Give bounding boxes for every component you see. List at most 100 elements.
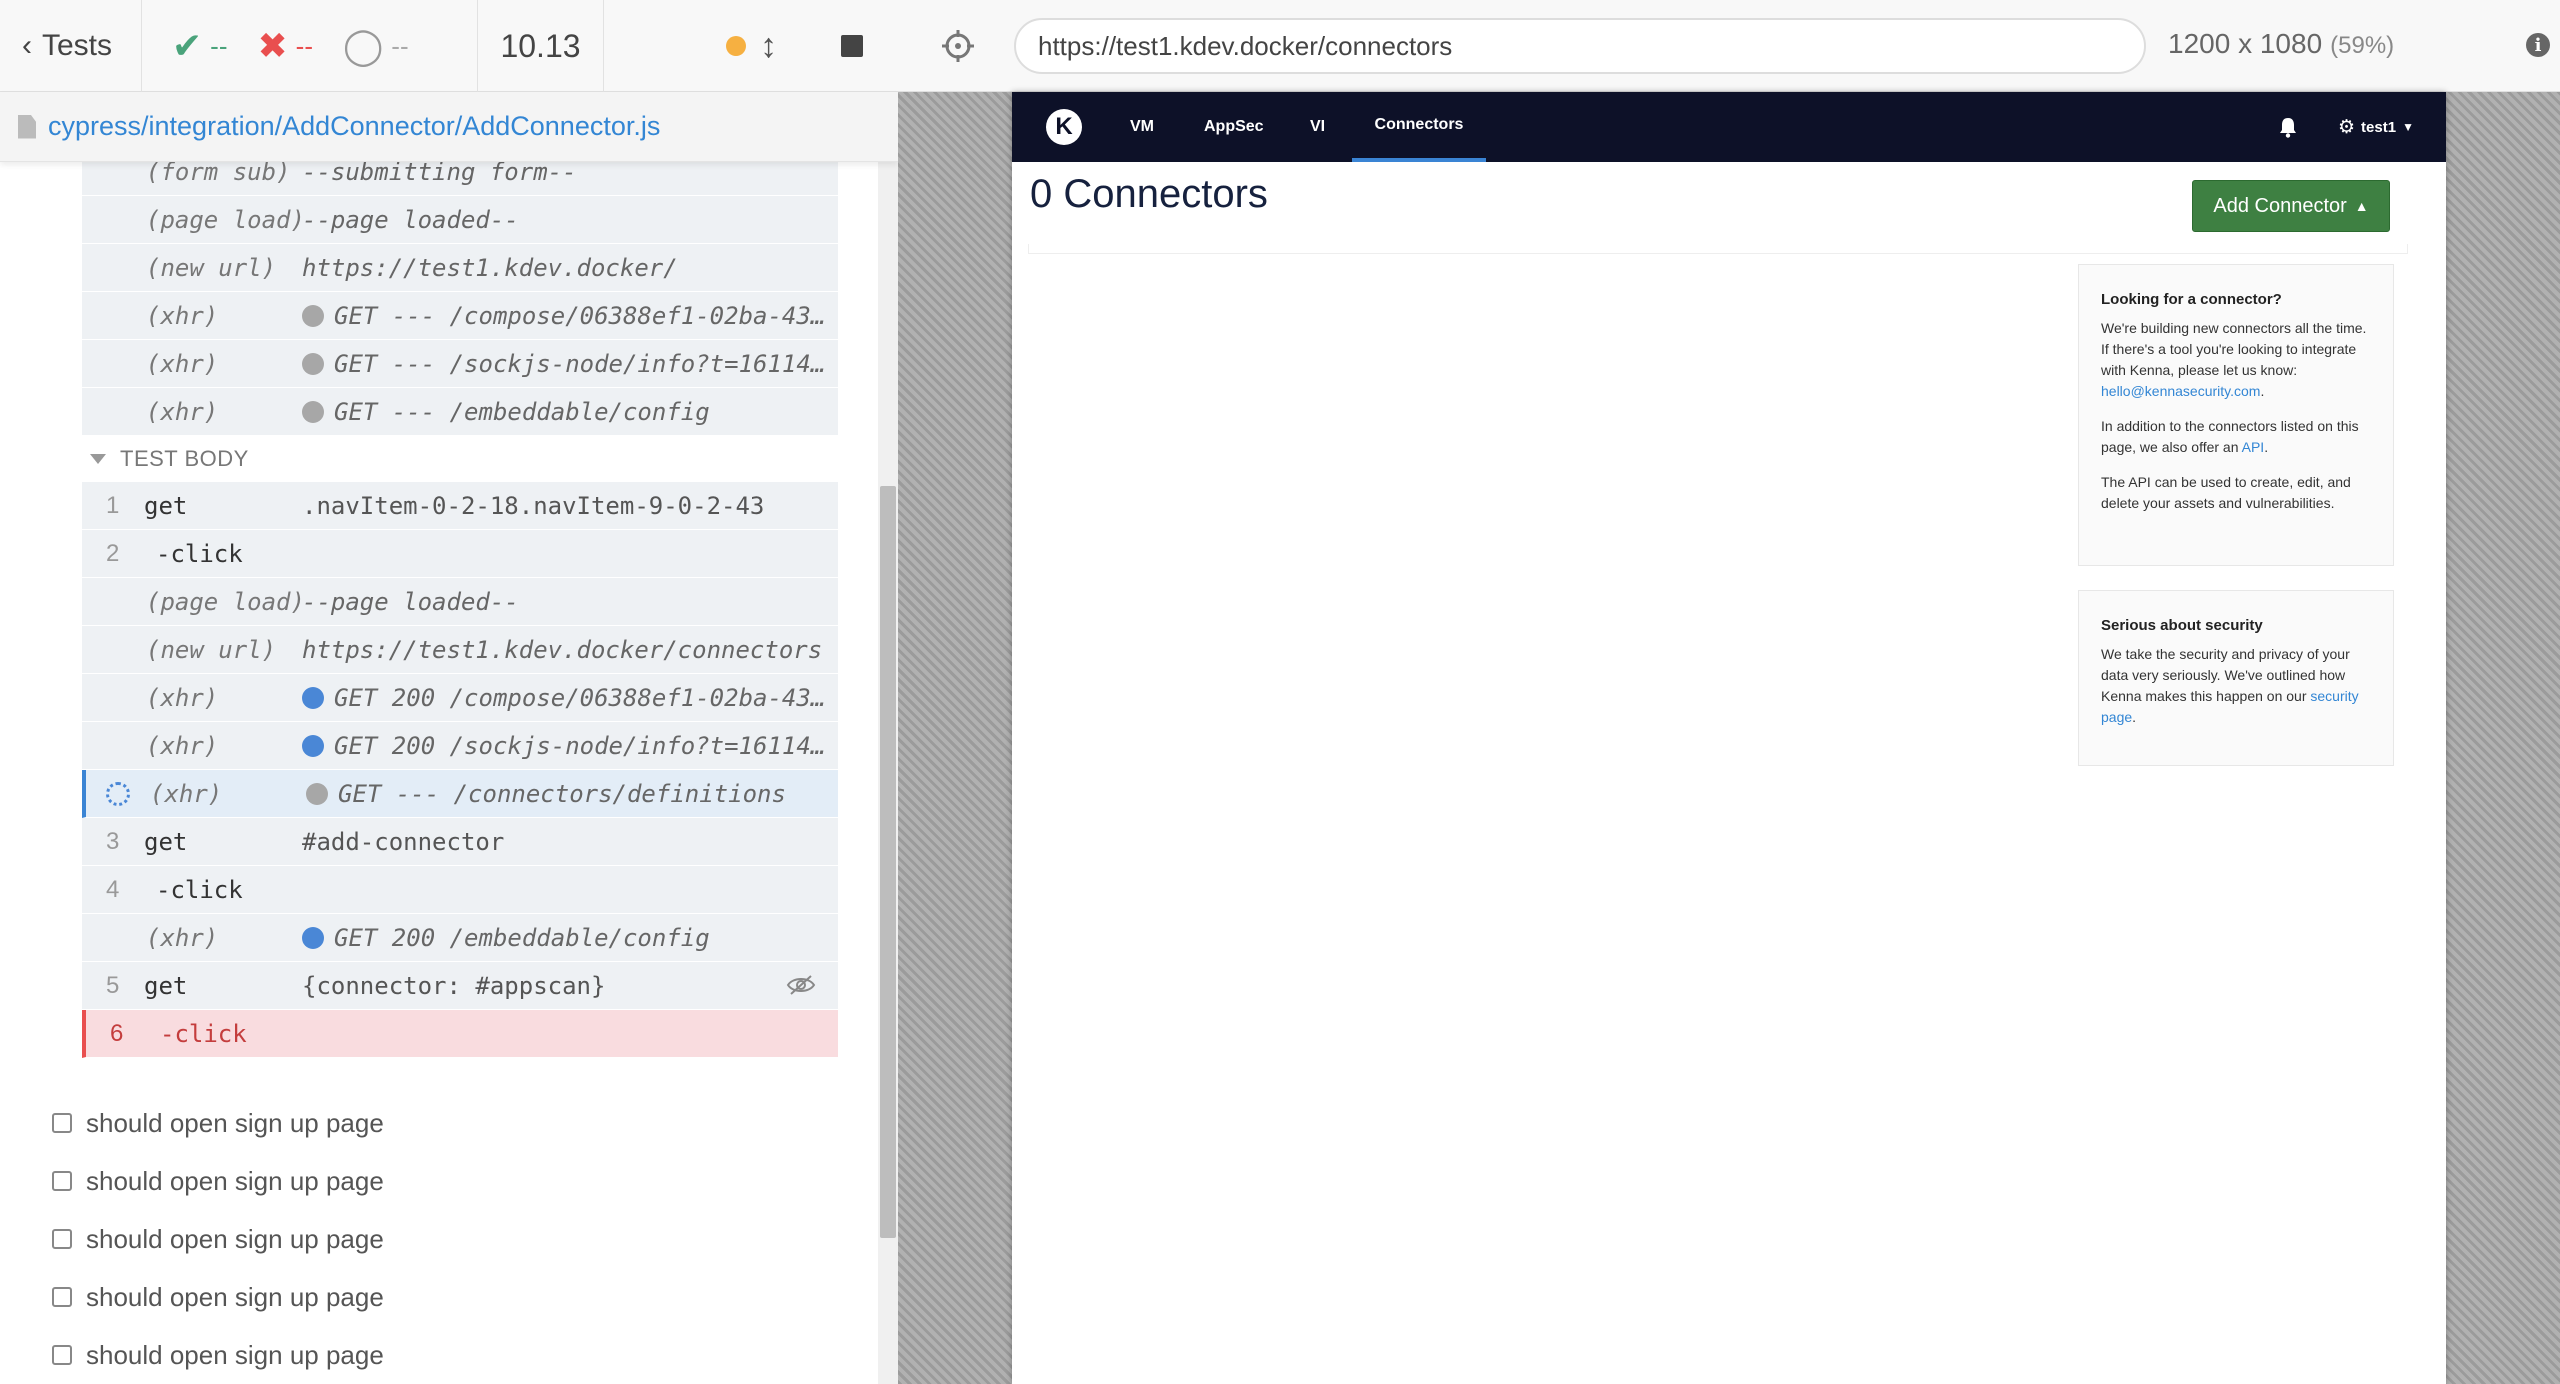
command-name: get xyxy=(144,491,188,520)
xhr-status-dot-icon xyxy=(302,686,324,709)
command-number: 5 xyxy=(106,971,120,999)
command-message-text: .navItem-0-2-18.navItem-9-0-2-43 xyxy=(302,491,765,520)
spec-path-link[interactable]: cypress/integration/AddConnector/AddConn… xyxy=(48,111,660,142)
test-list-item[interactable]: should open sign up page xyxy=(52,1326,852,1384)
command-row[interactable]: (xhr) GET 200 /compose/06388ef1-02ba-43a8… xyxy=(82,674,838,722)
command-row[interactable]: 2 -click xyxy=(82,530,838,578)
command-row[interactable]: (xhr) GET --- /embeddable/config xyxy=(82,388,838,436)
kenna-logo[interactable]: K xyxy=(1046,109,1082,145)
xhr-status-dot-icon xyxy=(302,352,324,375)
test-title: should open sign up page xyxy=(86,1165,384,1196)
viewport-dimensions: 1200 x 1080 xyxy=(2168,28,2323,59)
app-navbar: K VM AppSec VI Connectors ⚙ test1 ▼ xyxy=(1012,92,2446,162)
connector-info-text-1: We're building new connectors all the ti… xyxy=(2101,320,2367,399)
connector-info-text-2: In addition to the connectors listed on … xyxy=(2101,418,2359,455)
failed-stat: ✖ -- xyxy=(258,25,314,67)
connector-info-heading: Looking for a connector? xyxy=(2101,291,2282,308)
running-indicator-icon xyxy=(726,36,746,56)
bell-icon[interactable] xyxy=(2278,116,2298,138)
file-icon xyxy=(18,114,36,139)
nav-item-appsec[interactable]: AppSec xyxy=(1204,92,1264,162)
spinner-icon xyxy=(106,781,130,806)
cypress-reporter: ‹ Tests ✔ -- ✖ -- ◯ -- 10.13 ↕ cypress/i… xyxy=(0,0,898,1384)
page-title: 0 Connectors xyxy=(1030,172,1268,216)
command-row[interactable]: 4 -click xyxy=(82,866,838,914)
command-row[interactable]: (xhr) GET 200 /sockjs-node/info?t=1611400… xyxy=(82,722,838,770)
command-message: https://test1.kdev.docker/connectors xyxy=(302,636,826,664)
add-connector-button[interactable]: Add Connector ▲ xyxy=(2192,180,2390,232)
test-list-item[interactable]: should open sign up page xyxy=(52,1268,852,1326)
reporter-header: ‹ Tests ✔ -- ✖ -- ◯ -- 10.13 ↕ xyxy=(0,0,898,92)
user-menu[interactable]: ⚙ test1 ▼ xyxy=(2338,92,2414,162)
test-list-item[interactable]: should open sign up page xyxy=(52,1152,852,1210)
test-list: should open sign up page should open sign… xyxy=(52,1094,852,1384)
command-message: GET --- /embeddable/config xyxy=(302,398,826,426)
spec-path-bar: cypress/integration/AddConnector/AddConn… xyxy=(0,92,898,162)
command-name: -click xyxy=(156,875,243,904)
command-row[interactable]: (page load) --page loaded-- xyxy=(82,578,838,626)
selector-playground-icon[interactable] xyxy=(940,28,976,64)
url-bar[interactable]: https://test1.kdev.docker/connectors xyxy=(1014,18,2146,74)
command-row[interactable]: 6 -click xyxy=(82,1010,838,1058)
command-row[interactable]: 3 get #add-connector xyxy=(82,818,838,866)
command-number: 4 xyxy=(106,875,120,903)
command-message-text: GET 200 /embeddable/config xyxy=(334,923,710,952)
url-text: https://test1.kdev.docker/connectors xyxy=(1038,30,1453,61)
command-row[interactable]: (xhr) GET --- /connectors/definitions xyxy=(82,770,838,818)
command-message: #add-connector xyxy=(302,828,826,856)
nav-item-connectors[interactable]: Connectors xyxy=(1352,92,1486,162)
api-link[interactable]: API xyxy=(2242,439,2265,455)
command-name: (xhr) xyxy=(150,779,223,808)
tests-label: Tests xyxy=(42,29,113,62)
add-connector-label: Add Connector xyxy=(2213,194,2347,217)
command-row[interactable]: (new url) https://test1.kdev.docker/conne… xyxy=(82,626,838,674)
test-list-item[interactable]: should open sign up page xyxy=(52,1094,852,1152)
nav-item-vm[interactable]: VM xyxy=(1130,92,1154,162)
stop-button[interactable] xyxy=(841,35,863,57)
passed-stat: ✔ -- xyxy=(172,25,228,67)
command-row[interactable]: 5 get {connector: #appscan} xyxy=(82,962,838,1010)
chevron-left-icon: ‹ xyxy=(22,29,32,62)
passed-count: -- xyxy=(210,30,228,61)
command-name: (page load) xyxy=(146,587,305,616)
circle-icon: ◯ xyxy=(343,25,384,66)
test-title: should open sign up page xyxy=(86,1339,384,1370)
command-name: -click xyxy=(160,1019,247,1048)
command-name: (new url) xyxy=(146,635,277,664)
nav-item-vi[interactable]: VI xyxy=(1310,92,1325,162)
eye-slash-icon xyxy=(786,975,816,995)
x-icon: ✖ xyxy=(257,25,288,66)
command-number: 3 xyxy=(106,827,120,855)
xhr-status-dot-icon xyxy=(302,304,324,327)
test-list-item[interactable]: should open sign up page xyxy=(52,1210,852,1268)
back-to-tests-button[interactable]: ‹ Tests xyxy=(0,0,142,92)
aut-header: https://test1.kdev.docker/connectors 120… xyxy=(898,0,2560,92)
xhr-status-dot-icon xyxy=(302,400,324,423)
command-name: (xhr) xyxy=(146,923,219,952)
test-body-label: TEST BODY xyxy=(120,446,249,471)
test-state-checkbox-icon xyxy=(52,1229,72,1249)
test-state-checkbox-icon xyxy=(52,1171,72,1191)
reporter-scrollbar-thumb[interactable] xyxy=(880,486,896,1238)
command-row[interactable]: (new url) https://test1.kdev.docker/ xyxy=(82,244,838,292)
command-row[interactable]: (xhr) GET 200 /embeddable/config xyxy=(82,914,838,962)
command-message-text: GET 200 /sockjs-node/info?t=161140000000… xyxy=(334,731,826,760)
test-state-checkbox-icon xyxy=(52,1287,72,1307)
command-message-text: GET --- /connectors/definitions xyxy=(338,779,786,808)
auto-scroll-toggle-icon[interactable]: ↕ xyxy=(760,27,777,66)
info-icon[interactable]: i xyxy=(2526,33,2550,57)
pending-count: -- xyxy=(391,30,409,61)
email-link[interactable]: hello@kennasecurity.com xyxy=(2101,383,2260,399)
command-row[interactable]: 1 get .navItem-0-2-18.navItem-9-0-2-43 xyxy=(82,482,838,530)
user-name: test1 xyxy=(2361,118,2397,136)
caret-down-icon xyxy=(90,454,106,464)
command-message: GET 200 /embeddable/config xyxy=(302,924,826,952)
command-row[interactable]: (xhr) GET --- /sockjs-node/info?t=1611400… xyxy=(82,340,838,388)
command-message: .navItem-0-2-18.navItem-9-0-2-43 xyxy=(302,492,826,520)
test-body-header[interactable]: TEST BODY xyxy=(90,446,249,472)
command-row[interactable]: (xhr) GET --- /compose/06388ef1-02ba-43a8… xyxy=(82,292,838,340)
caret-down-icon: ▼ xyxy=(2402,120,2414,134)
connectors-list-area xyxy=(1028,244,2408,254)
command-name: get xyxy=(144,827,188,856)
command-row[interactable]: (page load) --page loaded-- xyxy=(82,196,838,244)
